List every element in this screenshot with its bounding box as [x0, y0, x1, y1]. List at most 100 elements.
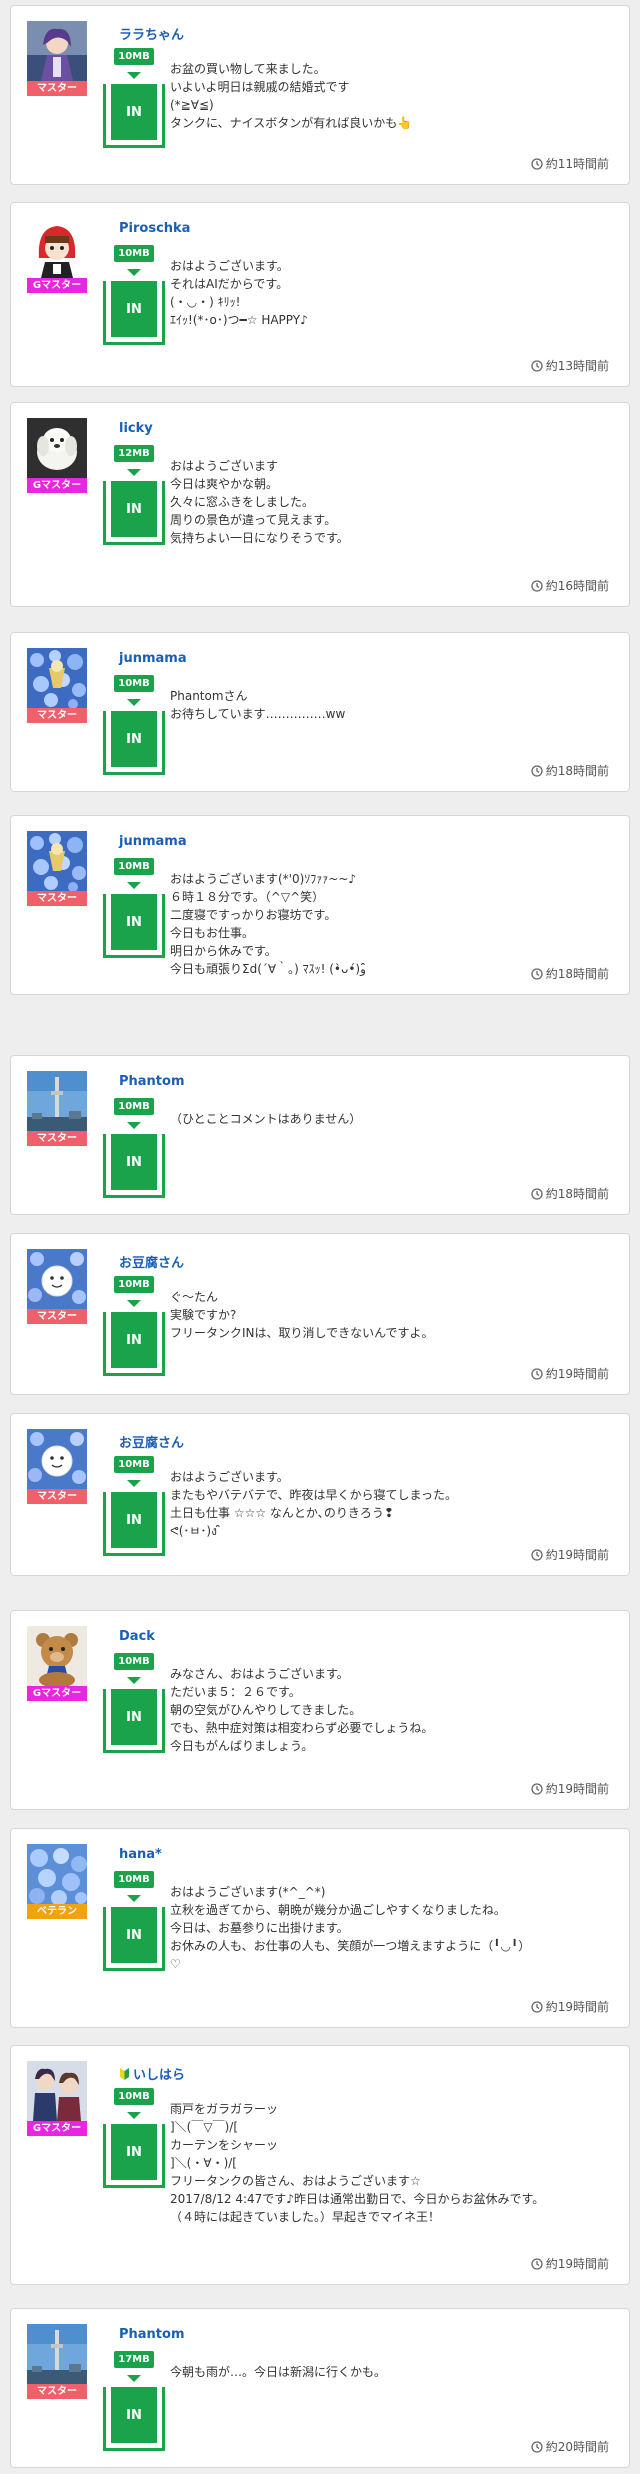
message-text: お盆の買い物して来ました。 いよいよ明日は親戚の結婚式です (*≧∀≦) タンクに、ナ… [170, 60, 620, 132]
tank-size-badge: 10MB [114, 245, 154, 262]
tank-size-badge: 10MB [114, 1456, 154, 1473]
white-dog-avatar[interactable] [27, 418, 87, 478]
tank-in-button[interactable]: IN [103, 481, 165, 545]
message-line: ただいま５：２６です。 [170, 1685, 301, 1699]
anime-girl-avatar[interactable] [27, 21, 87, 81]
tank-in-button[interactable]: IN [103, 84, 165, 148]
rank-badge: ベテラン [27, 1904, 87, 1919]
message-text: おはようございます。 またもやバテバテで、昨夜は早くから寝てしまった。 土日も仕事 … [170, 1468, 620, 1540]
message-line: 実験ですか? [170, 1308, 237, 1322]
clock-icon [531, 764, 546, 778]
post-time-text: 約18時間前 [545, 967, 609, 981]
tank-in-button[interactable]: IN [103, 1492, 165, 1556]
message-line: 今朝も雨が…。今日は新潟に行くかも。 [170, 2365, 387, 2379]
tank-in-label: IN [111, 1907, 157, 1963]
tofu-flowers-avatar[interactable] [27, 1429, 87, 1489]
message-text: おはようございます 今日は爽やかな朝。 久々に窓ふきをしました。 周りの景色が違って見… [170, 457, 620, 547]
message-line: 2017/8/12 4:47です♪昨日は通常出勤日で、今日からお盆休みです。 [170, 2192, 545, 2206]
tank-in-button[interactable]: IN [103, 281, 165, 345]
rank-badge: Gマスター [27, 2121, 87, 2136]
tank-in-label: IN [111, 281, 157, 337]
user-name-text[interactable]: Phantom [119, 1074, 185, 1089]
post-time: 約19時間前 [531, 2255, 609, 2272]
tank-post-card: マスター Phantom 17MB IN 今朝も雨が…。今日は新潟に行くかも。 約20時間… [10, 2308, 630, 2468]
message-line: Phantomさん [170, 689, 248, 703]
message-line: 朝の空気がひんやりしてきました。 [170, 1703, 362, 1717]
blue-flowers-avatar[interactable] [27, 648, 87, 708]
post-time: 約19時間前 [531, 1998, 609, 2015]
post-time: 約19時間前 [531, 1780, 609, 1797]
message-line: 久々に窓ふきをしました。 [170, 495, 315, 509]
tank-in-button[interactable]: IN [103, 2387, 165, 2451]
user-name-text[interactable]: Piroschka [119, 221, 190, 236]
message-line: ᕙ(･ㅂ･)ง ̑̑ [170, 1524, 221, 1538]
tank-in-button[interactable]: IN [103, 1312, 165, 1376]
tank-post-card: マスター junmama 10MB IN おはようございます(*'0)ｿﾌｧｧ~~♪ ６時… [10, 815, 630, 995]
user-name-link[interactable]: Phantom [119, 2327, 185, 2342]
message-line: ]＼(￣▽￣)/[ [170, 2120, 238, 2134]
anime-group-avatar[interactable] [27, 2061, 87, 2121]
user-name-link[interactable]: Dack [119, 1629, 155, 1644]
arrow-down-icon [127, 269, 141, 276]
tank-in-button[interactable]: IN [103, 1689, 165, 1753]
user-name-text[interactable]: いしはら [133, 2068, 185, 2083]
red-hood-girl-avatar[interactable] [27, 218, 87, 278]
user-name-link[interactable]: Piroschka [119, 221, 190, 236]
clock-icon [531, 2257, 546, 2271]
tank-size-badge: 10MB [114, 2088, 154, 2105]
message-line: ぐ〜たん [170, 1290, 219, 1304]
tower-sky-avatar[interactable] [27, 2324, 87, 2384]
tank-post-card: マスター junmama 10MB IN Phantomさん お待ちしています……………w… [10, 632, 630, 792]
message-text: （ひとことコメントはありません） [170, 1110, 620, 1128]
tank-in-button[interactable]: IN [103, 1907, 165, 1971]
tank-post-card: Gマスター Dack 10MB IN みなさん、おはようございます。 ただいま５：２６です… [10, 1610, 630, 1810]
arrow-down-icon [127, 1122, 141, 1129]
rank-badge: マスター [27, 1489, 87, 1504]
clock-icon [531, 1367, 546, 1381]
user-name-text[interactable]: Phantom [119, 2327, 185, 2342]
user-name-text[interactable]: お豆腐さん [119, 1436, 184, 1451]
tank-in-label: IN [111, 84, 157, 140]
tank-in-button[interactable]: IN [103, 894, 165, 958]
user-name-text[interactable]: ララちゃん [119, 28, 184, 43]
message-line: ]＼(・∀・)/[ [170, 2156, 237, 2170]
user-name-link[interactable]: お豆腐さん [119, 1252, 184, 1271]
user-name-link[interactable]: junmama [119, 651, 187, 666]
rank-badge: マスター [27, 81, 87, 96]
tank-in-button[interactable]: IN [103, 1134, 165, 1198]
user-name-text[interactable]: hana* [119, 1847, 162, 1862]
tank-size-badge: 10MB [114, 858, 154, 875]
message-line: 今日は爽やかな朝。 [170, 477, 279, 491]
user-name-text[interactable]: Dack [119, 1629, 155, 1644]
tofu-flowers-avatar[interactable] [27, 1249, 87, 1309]
user-name-text[interactable]: お豆腐さん [119, 1256, 184, 1271]
tank-in-button[interactable]: IN [103, 711, 165, 775]
user-name-link[interactable]: お豆腐さん [119, 1432, 184, 1451]
tower-sky-avatar[interactable] [27, 1071, 87, 1131]
blue-flowers-avatar[interactable] [27, 831, 87, 891]
post-time: 約18時間前 [531, 762, 609, 779]
user-name-link[interactable]: ララちゃん [119, 24, 184, 43]
tank-in-button[interactable]: IN [103, 2124, 165, 2188]
blue-flower-sea-avatar[interactable] [27, 1844, 87, 1904]
teddy-bear-avatar[interactable] [27, 1626, 87, 1686]
message-text: ぐ〜たん 実験ですか? フリータンクINは、取り消しできないんですよ。 [170, 1288, 620, 1342]
arrow-down-icon [127, 882, 141, 889]
user-name-link[interactable]: hana* [119, 1847, 162, 1862]
beginner-mark-icon [119, 2067, 130, 2085]
tank-post-card: マスター ララちゃん 10MB IN お盆の買い物して来ました。 いよいよ明日は親戚の結婚… [10, 5, 630, 185]
post-time-text: 約19時間前 [545, 1548, 609, 1562]
user-name-link[interactable]: Phantom [119, 1074, 185, 1089]
arrow-down-icon [127, 72, 141, 79]
user-name-text[interactable]: junmama [119, 834, 187, 849]
user-name-link[interactable]: いしはら [119, 2064, 185, 2085]
tank-size-badge: 10MB [114, 675, 154, 692]
user-name-text[interactable]: licky [119, 421, 153, 436]
rank-badge: マスター [27, 1309, 87, 1324]
post-time-text: 約11時間前 [545, 157, 609, 171]
user-name-link[interactable]: licky [119, 421, 153, 436]
user-name-text[interactable]: junmama [119, 651, 187, 666]
rank-badge: マスター [27, 708, 87, 723]
user-name-link[interactable]: junmama [119, 834, 187, 849]
tank-post-card: Gマスター Piroschka 10MB IN おはようございます。 それはAIだからです… [10, 202, 630, 387]
